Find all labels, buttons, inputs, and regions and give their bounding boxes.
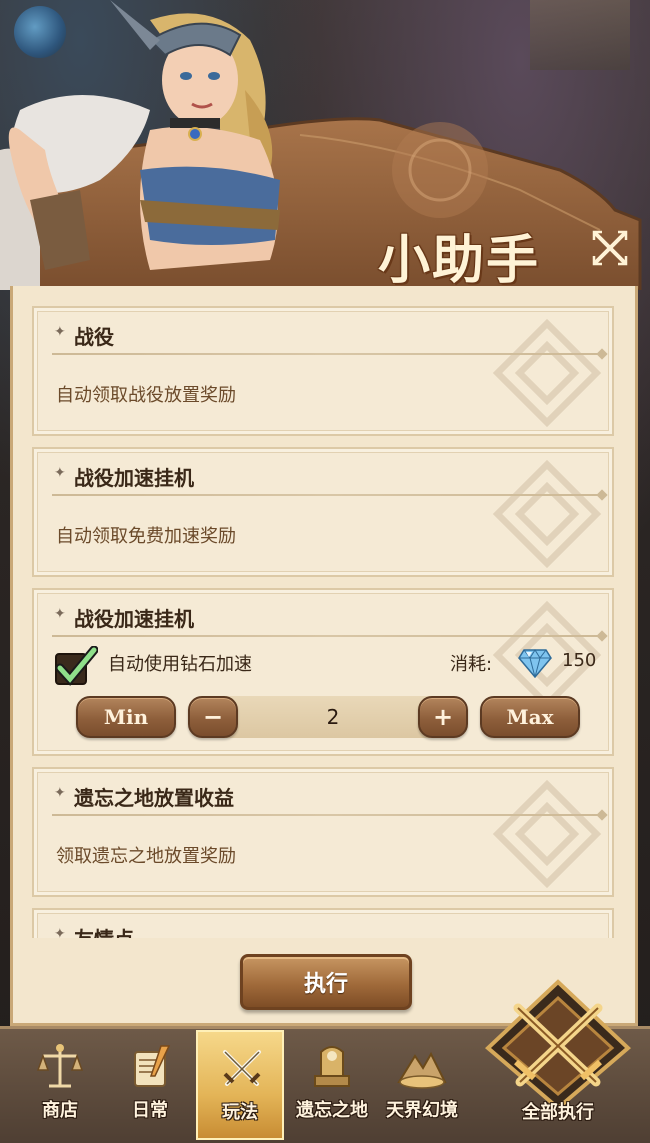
auto-diamond-label: 自动使用钻石加速 <box>108 654 252 675</box>
scroll-quill-icon <box>134 1045 171 1087</box>
star-bullet-icon: ✦ <box>54 324 66 340</box>
card-divider <box>52 814 602 816</box>
execute-button[interactable]: 执行 <box>240 954 412 1010</box>
card-title: 战役加速挂机 <box>74 466 194 490</box>
scales-icon <box>36 1044 84 1088</box>
nav-label: 天界幻境 <box>386 1100 458 1121</box>
task-card-friendship-points: ✦ 友情点 <box>32 908 614 938</box>
star-bullet-icon: ✦ <box>54 785 66 801</box>
heroine-portrait <box>0 0 280 290</box>
card-divider <box>52 494 602 496</box>
task-card-forgotten-land: ✦ 遗忘之地放置收益 领取遗忘之地放置奖励 <box>32 767 614 897</box>
crossed-swords-emblem-icon <box>485 979 631 1111</box>
nav-item-gameplay[interactable]: 玩法 <box>196 1030 284 1140</box>
card-watermark <box>492 779 602 889</box>
max-button[interactable]: Max <box>480 696 580 738</box>
nav-item-shop[interactable]: 商店 <box>16 1030 104 1140</box>
checkmark-icon <box>55 645 99 686</box>
background-decor <box>530 0 630 70</box>
card-divider <box>52 635 602 637</box>
task-card-campaign-speedup-diamond: ✦ 战役加速挂机 自动使用钻石加速 消耗: 150 Min 2 − + Max <box>32 588 614 756</box>
star-bullet-icon: ✦ <box>54 465 66 481</box>
panel-title: 小助手 <box>378 230 541 291</box>
card-watermark <box>492 318 602 428</box>
mountain-icon <box>397 1051 447 1089</box>
throne-icon <box>314 1046 350 1087</box>
cost-value: 150 <box>562 650 597 671</box>
nav-label: 日常 <box>132 1100 168 1121</box>
card-description: 自动领取免费加速奖励 <box>56 526 236 547</box>
card-title: 战役 <box>74 325 114 349</box>
task-card-campaign-speedup-free: ✦ 战役加速挂机 自动领取免费加速奖励 <box>32 447 614 577</box>
card-description: 自动领取战役放置奖励 <box>56 385 236 406</box>
card-title: 战役加速挂机 <box>74 607 194 631</box>
card-watermark <box>492 459 602 569</box>
star-bullet-icon: ✦ <box>54 926 66 938</box>
nav-item-forgotten-land[interactable]: 遗忘之地 <box>288 1030 376 1140</box>
run-all-button[interactable]: 全部执行 <box>478 978 638 1140</box>
diamond-icon <box>518 649 552 678</box>
nav-label: 遗忘之地 <box>296 1100 368 1121</box>
cost-label: 消耗: <box>450 654 493 675</box>
increment-button[interactable]: + <box>418 696 468 738</box>
auto-diamond-checkbox[interactable] <box>54 645 99 686</box>
card-divider <box>52 353 602 355</box>
nav-label: 商店 <box>42 1100 78 1121</box>
decrement-button[interactable]: − <box>188 696 238 738</box>
tasks-scroll-area[interactable]: ✦ 战役 自动领取战役放置奖励 ✦ 战役加速挂机 自动领取免费加速奖励 ✦ 战役… <box>32 306 616 938</box>
task-card-campaign: ✦ 战役 自动领取战役放置奖励 <box>32 306 614 436</box>
card-description: 领取遗忘之地放置奖励 <box>56 846 236 867</box>
nav-label: 玩法 <box>222 1102 258 1123</box>
nav-item-daily[interactable]: 日常 <box>106 1030 194 1140</box>
card-title: 友情点 <box>74 923 134 938</box>
star-bullet-icon: ✦ <box>54 606 66 622</box>
close-icon <box>592 230 628 266</box>
close-button[interactable] <box>588 226 632 270</box>
run-all-label: 全部执行 <box>522 1102 594 1123</box>
min-button[interactable]: Min <box>76 696 176 738</box>
nav-item-celestial-realm[interactable]: 天界幻境 <box>378 1030 466 1140</box>
crossed-swords-icon <box>223 1050 261 1086</box>
card-title: 遗忘之地放置收益 <box>74 786 234 810</box>
